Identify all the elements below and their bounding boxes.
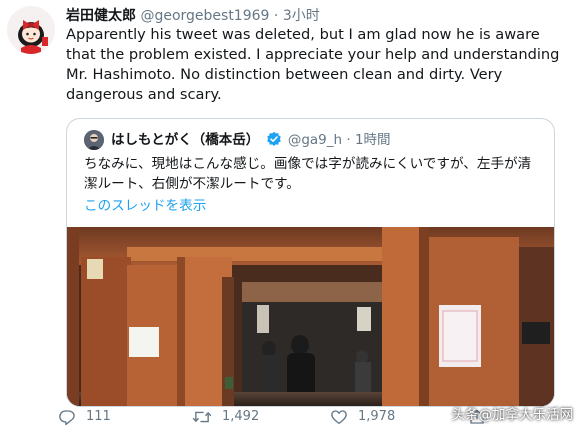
tweet-header: 岩田健太郎 @georgebest1969 · 3小时 bbox=[66, 6, 320, 26]
quoted-tweet-photo[interactable] bbox=[67, 227, 554, 406]
author-avatar[interactable] bbox=[7, 6, 55, 54]
separator-dot: · bbox=[273, 8, 279, 24]
quoted-author-name: はしもとがく（橋本岳） bbox=[111, 132, 260, 148]
reply-icon bbox=[58, 408, 76, 426]
retweet-icon bbox=[192, 408, 212, 426]
retweet-count: 1,492 bbox=[222, 409, 260, 424]
heart-icon bbox=[330, 408, 348, 426]
quoted-tweet-time: 1時間 bbox=[354, 132, 391, 148]
author-handle[interactable]: @georgebest1969 bbox=[140, 8, 269, 24]
reply-button[interactable]: 111 bbox=[58, 406, 111, 428]
tweet-text: Apparently his tweet was deleted, but I … bbox=[66, 26, 560, 103]
like-count: 1,978 bbox=[358, 409, 396, 424]
like-button[interactable]: 1,978 bbox=[330, 406, 395, 428]
retweet-button[interactable]: 1,492 bbox=[192, 406, 259, 428]
quoted-author-handle: @ga9_h bbox=[287, 132, 343, 148]
tweet: 岩田健太郎 @georgebest1969 · 3小时 Apparently h… bbox=[0, 0, 581, 432]
verified-badge-icon bbox=[266, 131, 282, 153]
quoted-separator-dot: · bbox=[346, 132, 351, 148]
quoted-author-avatar bbox=[84, 130, 104, 150]
watermark: 头条@加拿大乐活网 bbox=[451, 407, 574, 423]
quoted-tweet-header: はしもとがく（橋本岳） @ga9_h · 1時間 bbox=[111, 130, 391, 150]
quoted-tweet-text: ちなみに、現地はこんな感じ。画像では字が読みにくいですが、左手が清潔ルート、右側… bbox=[84, 156, 532, 192]
author-name[interactable]: 岩田健太郎 bbox=[66, 8, 136, 24]
tweet-time[interactable]: 3小时 bbox=[283, 8, 320, 24]
show-thread-link[interactable]: このスレッドを表示 bbox=[84, 196, 206, 216]
quoted-tweet-card[interactable]: はしもとがく（橋本岳） @ga9_h · 1時間 ちなみに、現地はこんな感じ。画… bbox=[66, 118, 555, 407]
reply-count: 111 bbox=[86, 409, 111, 424]
